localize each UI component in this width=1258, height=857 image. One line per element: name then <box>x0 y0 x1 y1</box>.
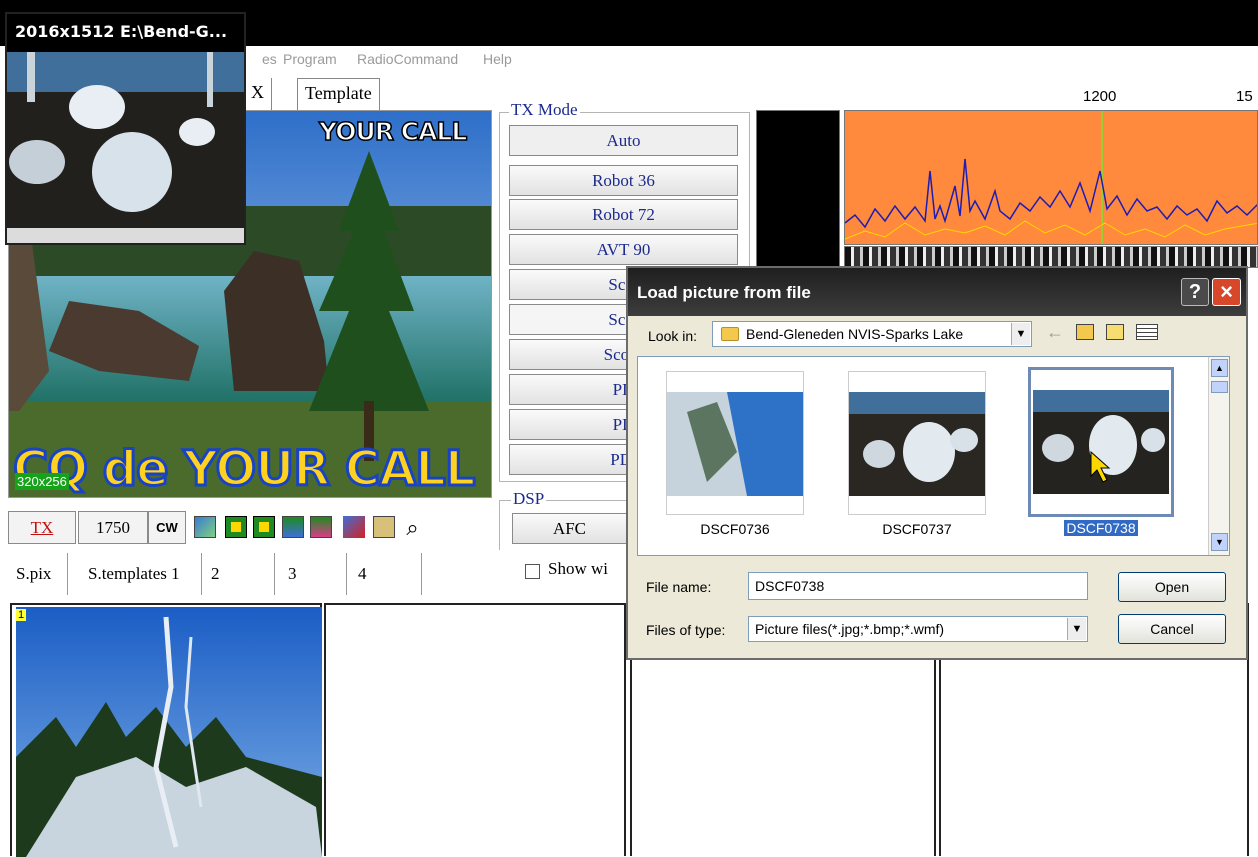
cancel-button[interactable]: Cancel <box>1118 614 1226 644</box>
file-type-combo[interactable]: Picture files(*.jpg;*.bmp;*.wmf) ▼ <box>748 616 1088 642</box>
spectrum-display <box>844 110 1258 245</box>
open-button[interactable]: Open <box>1118 572 1226 602</box>
dialog-title-bar: Load picture from file ? × <box>628 268 1246 316</box>
tx-mode-label: TX Mode <box>509 100 580 120</box>
file-caption-1[interactable]: DSCF0736 <box>666 521 804 537</box>
tab-template[interactable]: Template <box>297 78 380 110</box>
brush-icon[interactable] <box>343 516 365 538</box>
file-caption-2[interactable]: DSCF0737 <box>848 521 986 537</box>
tx-button[interactable]: TX <box>8 511 76 544</box>
back-icon[interactable]: ← <box>1046 322 1064 343</box>
look-in-value: Bend-Gleneden NVIS-Sparks Lake <box>746 326 964 342</box>
dsp-label: DSP <box>511 489 547 509</box>
gallery-thumbnail-1 <box>16 607 322 857</box>
image-size-badge: 320x256 <box>15 473 69 490</box>
tab-3[interactable]: 3 <box>282 553 347 595</box>
file-list: DSCF0736 DSCF0737 DSCF0738 ▲ ▼ <box>637 356 1230 556</box>
file-thumbnail-1[interactable] <box>666 371 804 515</box>
menu-item-partial[interactable]: es <box>262 51 277 67</box>
up-folder-icon[interactable] <box>1076 324 1094 340</box>
look-in-label: Look in: <box>648 328 698 344</box>
file-name-label: File name: <box>646 579 712 595</box>
show-window-label: Show wi <box>548 559 608 578</box>
menu-item-radiocommand[interactable]: RadioCommand <box>357 51 458 67</box>
level-meter <box>756 110 840 270</box>
ruler-tick-1200: 1200 <box>1083 88 1117 105</box>
tab-tx[interactable]: X <box>244 78 272 110</box>
tab-s-pix[interactable]: S.pix <box>10 553 68 595</box>
overlay-cq-de-your-call: CQ de YOUR CALL <box>11 440 476 499</box>
close-button[interactable]: × <box>1212 278 1241 306</box>
menu-item-program[interactable]: Program <box>283 51 337 67</box>
magnifier-icon[interactable]: ⌕ <box>399 511 426 544</box>
file-thumbnail-3-selected[interactable] <box>1028 367 1174 517</box>
cw-button[interactable]: CW <box>148 511 186 544</box>
file-caption-3[interactable]: DSCF0738 <box>1064 520 1138 536</box>
file-thumbnail-2[interactable] <box>848 371 986 515</box>
help-button[interactable]: ? <box>1181 278 1209 306</box>
chevron-down-icon[interactable]: ▼ <box>1011 323 1030 345</box>
dialog-title: Load picture from file <box>637 283 811 302</box>
scroll-thumb[interactable] <box>1211 381 1228 393</box>
mode-button-robot36[interactable]: Robot 36 <box>509 165 738 196</box>
folder-icon <box>721 327 739 341</box>
thumb-image-3 <box>1033 390 1169 494</box>
afc-button[interactable]: AFC <box>512 513 627 544</box>
mode-button-avt90[interactable]: AVT 90 <box>509 234 738 265</box>
gallery-slot-2[interactable] <box>324 603 626 856</box>
clipboard-icon[interactable] <box>373 516 395 538</box>
file-type-label: Files of type: <box>646 622 726 638</box>
tab-4[interactable]: 4 <box>352 553 422 595</box>
preview-status-bar <box>7 228 244 243</box>
scroll-up-icon[interactable]: ▲ <box>1211 359 1228 377</box>
tone-1750-button[interactable]: 1750 <box>78 511 148 544</box>
preview-window[interactable]: 2016x1512 E:\Bend-G... <box>5 12 246 245</box>
text-overlay-icon[interactable] <box>194 516 216 538</box>
mode-button-auto[interactable]: Auto <box>509 125 738 156</box>
thumb-image-2 <box>849 392 985 496</box>
file-name-input[interactable] <box>748 572 1088 600</box>
picture-alt-icon[interactable] <box>310 516 332 538</box>
picture-icon[interactable] <box>282 516 304 538</box>
new-folder-icon[interactable] <box>1106 324 1124 340</box>
spectrum-trace <box>845 111 1257 244</box>
tab-s-templates-1[interactable]: S.templates 1 <box>82 553 202 595</box>
menu-item-help[interactable]: Help <box>483 51 512 67</box>
file-type-chevron-down-icon[interactable]: ▼ <box>1067 618 1086 640</box>
gallery-slot-1[interactable]: 1 <box>10 603 322 857</box>
thumb-image-1 <box>667 392 803 496</box>
view-menu-icon[interactable] <box>1136 324 1158 340</box>
look-in-combo[interactable]: Bend-Gleneden NVIS-Sparks Lake ▼ <box>712 321 1032 347</box>
show-window-checkbox[interactable] <box>525 564 540 579</box>
gallery-slot-badge: 1 <box>16 609 27 621</box>
preview-image <box>7 52 244 228</box>
ruler-tick-15: 15 <box>1236 88 1253 105</box>
tab-2[interactable]: 2 <box>205 553 275 595</box>
preview-window-title: 2016x1512 E:\Bend-G... <box>15 22 228 41</box>
file-list-scrollbar[interactable]: ▲ ▼ <box>1208 357 1229 555</box>
mode-button-robot72[interactable]: Robot 72 <box>509 199 738 230</box>
move-up-down-icon[interactable] <box>225 516 247 538</box>
overlay-your-call: YOUR CALL <box>318 116 468 147</box>
scroll-down-icon[interactable]: ▼ <box>1211 533 1228 551</box>
waterfall-display <box>844 246 1258 268</box>
load-picture-dialog: Load picture from file ? × Look in: Bend… <box>626 266 1248 660</box>
move-up-icon[interactable] <box>253 516 275 538</box>
file-type-value: Picture files(*.jpg;*.bmp;*.wmf) <box>755 621 945 637</box>
